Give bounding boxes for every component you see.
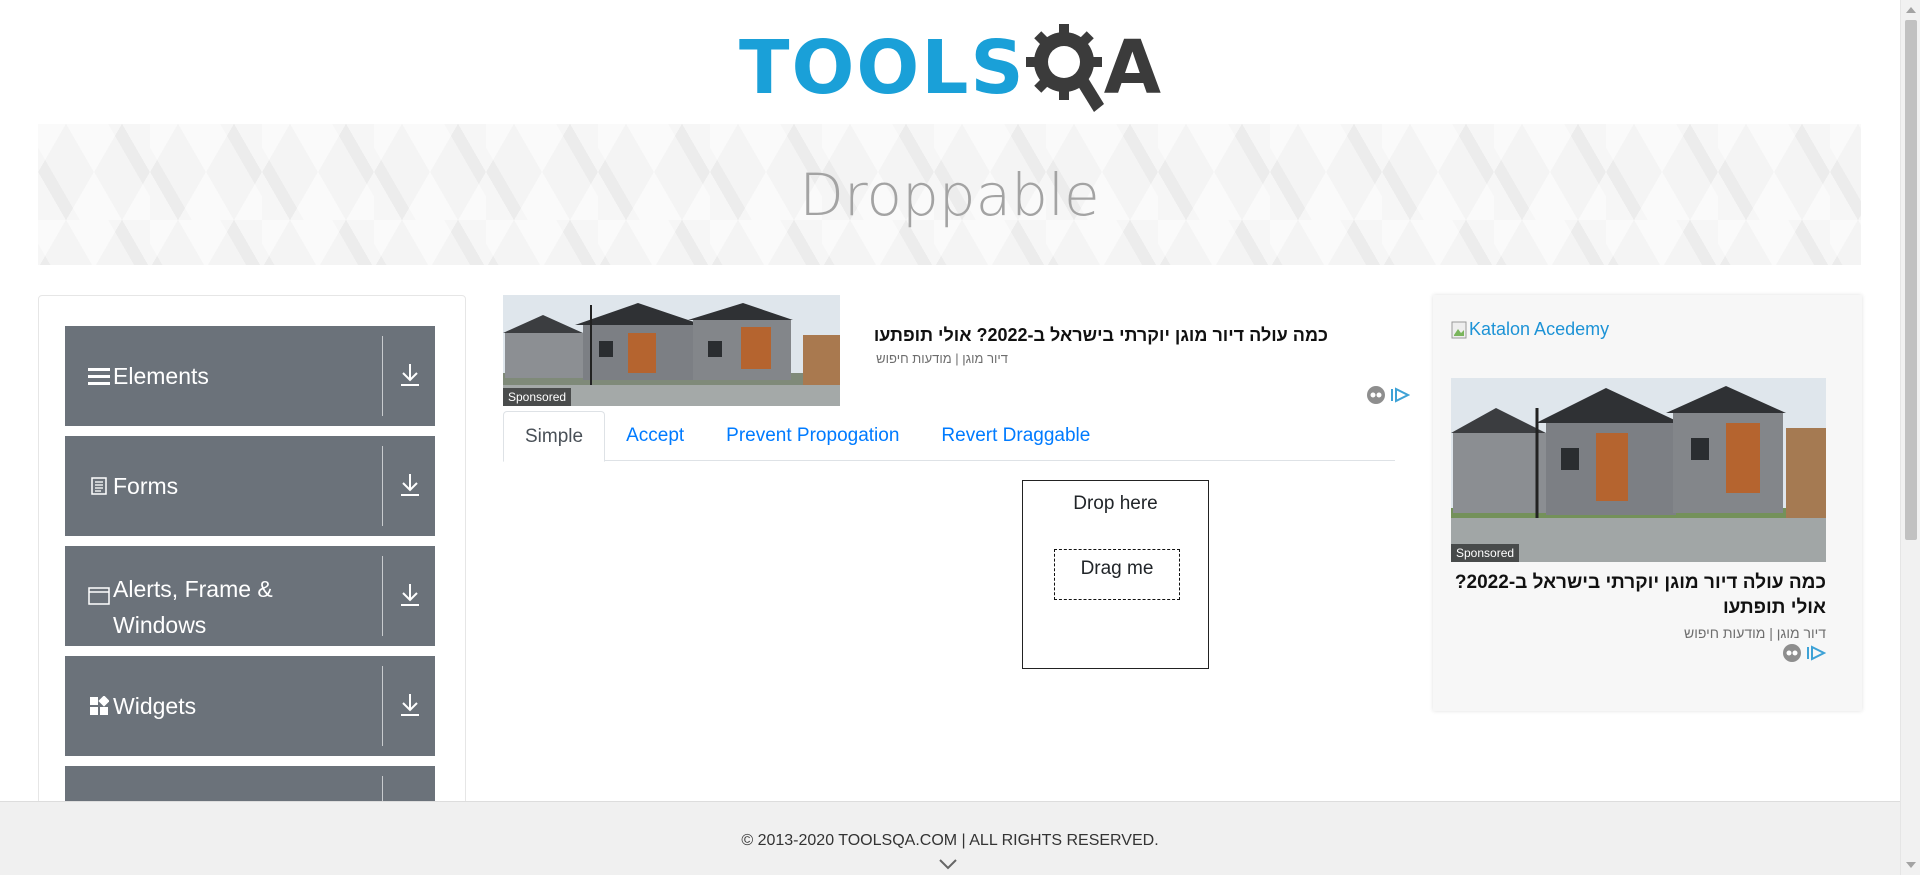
broken-image-alt[interactable]: Katalon Acedemy	[1469, 319, 1609, 340]
ad-headline[interactable]: כמה עולה דיור מוגן יוקרתי בישראל ב-2022?…	[874, 325, 1328, 346]
chevron-down-icon[interactable]	[938, 858, 958, 870]
scroll-down-arrow-icon[interactable]	[1905, 859, 1917, 871]
page-banner: Droppable	[38, 124, 1861, 265]
group-label: Forms	[113, 473, 179, 499]
ad-banner-top[interactable]: Sponsored כמה עולה דיור מוגן יוקרתי בישר…	[503, 295, 1413, 410]
drop-target[interactable]: Drop here Drag me	[1022, 480, 1209, 669]
download-arrow-icon	[401, 364, 419, 386]
tab-simple[interactable]: Simple	[503, 411, 606, 462]
divider	[382, 666, 383, 746]
tab-bar: Simple Accept Prevent Propogation Revert…	[503, 411, 1395, 462]
group-label: Alerts, Frame & Windows	[113, 576, 273, 638]
ad-choices[interactable]	[1782, 643, 1826, 663]
ad-image[interactable]: Sponsored	[1451, 378, 1826, 562]
tab-revert-draggable[interactable]: Revert Draggable	[920, 411, 1111, 461]
broken-image-icon	[1451, 321, 1467, 338]
scroll-up-arrow-icon[interactable]	[1905, 4, 1917, 16]
group-alerts-frame-windows[interactable]: Alerts, Frame & Windows	[65, 546, 435, 646]
tab-prevent-propogation[interactable]: Prevent Propogation	[705, 411, 920, 461]
header: TOOLS A	[0, 18, 1900, 118]
group-label: Elements	[113, 363, 209, 389]
page-scrollbar[interactable]	[1900, 0, 1920, 875]
ad-feedback-icon[interactable]	[1782, 643, 1802, 663]
gear-magnifier-icon	[1025, 24, 1104, 112]
group-widgets[interactable]: Widgets	[65, 656, 435, 756]
ad-feedback-icon[interactable]	[1366, 385, 1386, 405]
hamburger-icon	[85, 366, 113, 386]
ad-sidebar-right[interactable]: Katalon Acedemy Sponsored כמה עולה דיור …	[1433, 295, 1862, 711]
divider	[382, 446, 383, 526]
ad-source[interactable]: דיור מוגן | מודעות חיפוש	[1451, 625, 1826, 641]
left-panel: Elements Forms Alerts, Frame & Windows W…	[38, 295, 466, 815]
tab-accept[interactable]: Accept	[605, 411, 705, 461]
adchoices-icon[interactable]	[1390, 387, 1410, 403]
divider	[382, 556, 383, 636]
group-forms[interactable]: Forms	[65, 436, 435, 536]
draggable-box[interactable]: Drag me	[1054, 549, 1180, 600]
footer: © 2013-2020 TOOLSQA.COM | ALL RIGHTS RES…	[0, 801, 1900, 875]
adchoices-icon[interactable]	[1806, 645, 1826, 661]
widgets-icon	[85, 696, 113, 716]
download-arrow-icon	[401, 694, 419, 716]
sponsored-label: Sponsored	[1451, 544, 1520, 562]
scrollbar-thumb[interactable]	[1905, 20, 1917, 540]
logo-text-qa: A	[1103, 25, 1162, 111]
sponsored-label: Sponsored	[503, 388, 572, 406]
document-icon	[85, 477, 113, 495]
ad-image[interactable]: Sponsored	[503, 295, 840, 406]
divider	[382, 336, 383, 416]
group-elements[interactable]: Elements	[65, 326, 435, 426]
window-icon	[85, 587, 113, 605]
page-title: Droppable	[799, 160, 1100, 229]
toolsqa-logo[interactable]: TOOLS A	[739, 18, 1161, 118]
ad-choices[interactable]	[1366, 385, 1410, 405]
logo-text-tools: TOOLS	[738, 25, 1026, 111]
download-arrow-icon	[401, 584, 419, 606]
group-label: Widgets	[113, 693, 197, 719]
copyright-text: © 2013-2020 TOOLSQA.COM | ALL RIGHTS RES…	[741, 832, 1159, 849]
download-arrow-icon	[401, 474, 419, 496]
broken-image-link[interactable]: Katalon Acedemy	[1451, 319, 1609, 340]
ad-headline[interactable]: כמה עולה דיור מוגן יוקרתי בישראל ב-2022?…	[1451, 570, 1826, 620]
drop-label: Drop here	[1073, 493, 1158, 514]
ad-source[interactable]: דיור מוגן | מודעות חיפוש	[876, 351, 1008, 366]
